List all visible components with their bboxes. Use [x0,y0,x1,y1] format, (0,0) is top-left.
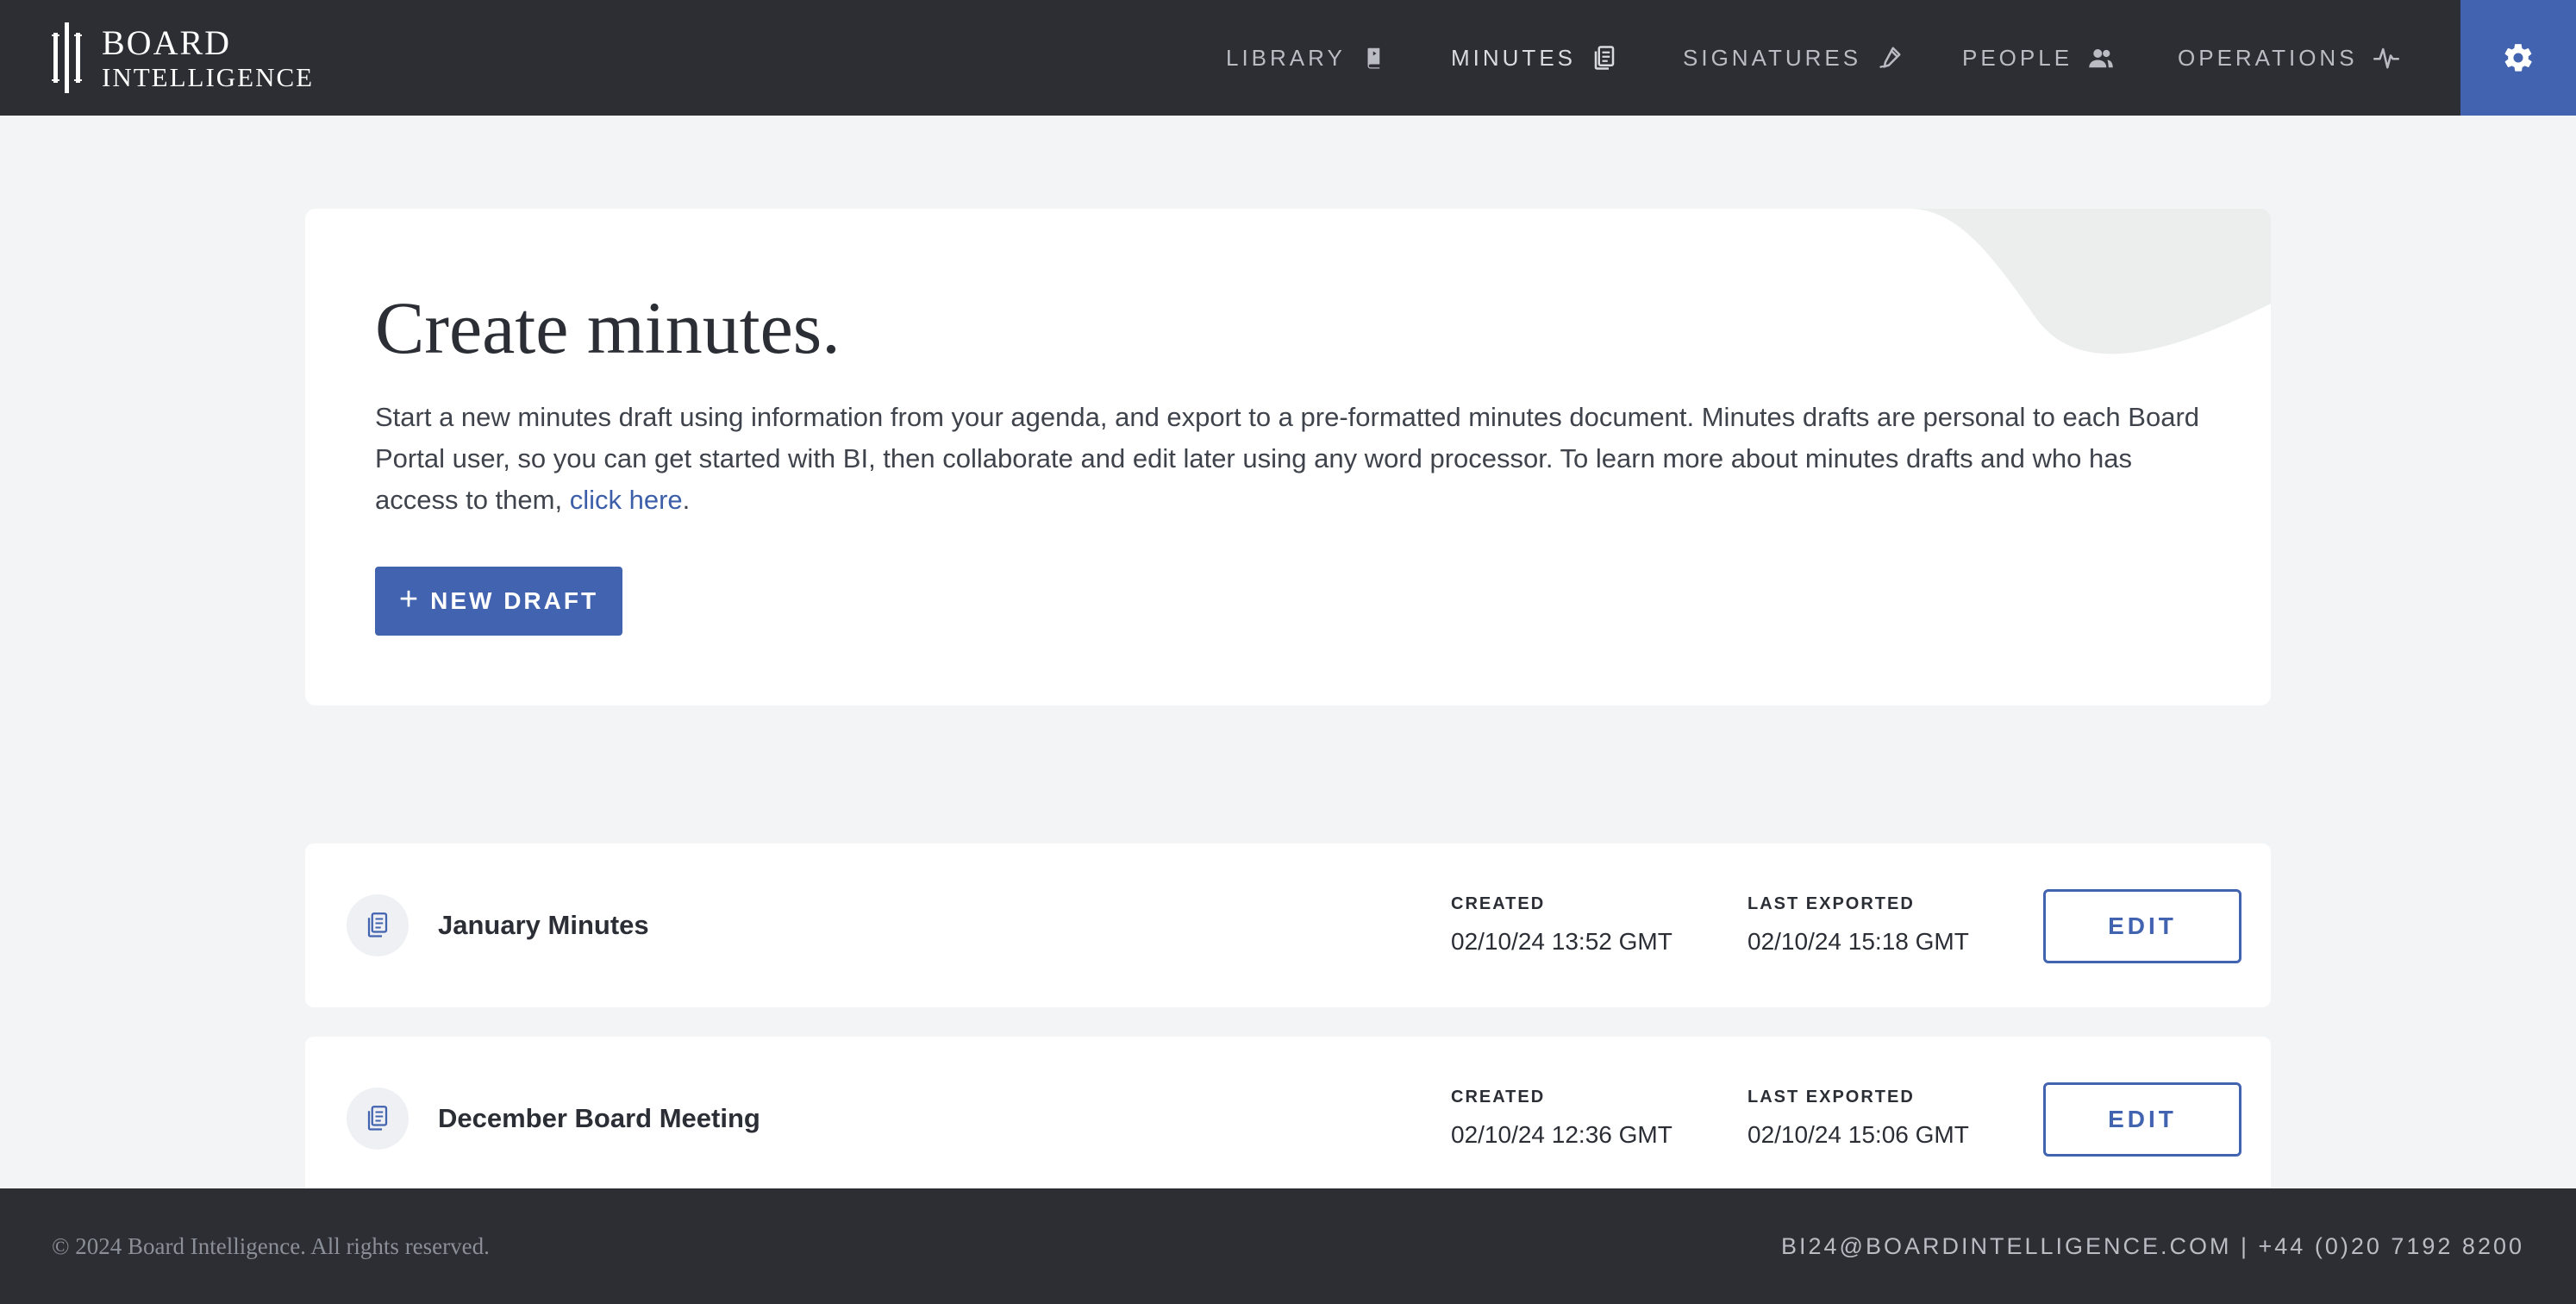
nav-people[interactable]: PEOPLE [1962,0,2114,116]
description-end: . [682,485,691,515]
page-footer: © 2024 Board Intelligence. All rights re… [0,1188,2576,1304]
nav-operations-label: OPERATIONS [2178,44,2358,71]
new-draft-button[interactable]: + NEW DRAFT [375,567,622,636]
logo-line-2: INTELLIGENCE [102,61,315,92]
settings-button[interactable] [2460,0,2576,116]
nav-people-label: PEOPLE [1962,44,2073,71]
last-exported-label: LAST EXPORTED [1748,1088,1915,1107]
nav-signatures[interactable]: SIGNATURES [1683,0,1903,116]
document-icon [347,1088,409,1150]
logo-line-1: BOARD [102,22,232,62]
nav-signatures-label: SIGNATURES [1683,44,1862,71]
decorative-wave [1909,209,2271,354]
draft-row[interactable]: December Board Meeting CREATED 02/10/24 … [305,1037,2271,1201]
gear-icon [2504,44,2532,72]
logo-wordmark: BOARD INTELLIGENCE [102,22,315,92]
create-description: Start a new minutes draft using informat… [375,397,2211,521]
nav-minutes[interactable]: MINUTES [1451,0,1617,116]
copyright-text: © 2024 Board Intelligence. All rights re… [52,1232,490,1259]
last-exported-value: 02/10/24 15:18 GMT [1748,928,1969,955]
plus-icon: + [398,580,419,618]
document-icon [1594,46,1615,70]
create-minutes-card: Create minutes. Start a new minutes draf… [305,209,2271,705]
draft-title: January Minutes [438,910,649,940]
people-icon [2089,49,2113,68]
draft-title: December Board Meeting [438,1103,760,1133]
created-label: CREATED [1451,894,1546,913]
created-label: CREATED [1451,1088,1546,1107]
last-exported-label: LAST EXPORTED [1748,894,1915,913]
new-draft-label: NEW DRAFT [430,587,599,614]
logo-mark-icon [52,22,82,93]
pen-icon [1879,47,1901,69]
nav-library[interactable]: LIBRARY [1226,0,1387,116]
nav-operations[interactable]: OPERATIONS [2178,0,2399,116]
document-icon [347,894,409,956]
pulse-icon [2373,47,2399,69]
learn-more-link[interactable]: click here [570,485,683,515]
top-navigation-bar: BOARD INTELLIGENCE LIBRARY MINUTES SIGNA… [0,0,2576,116]
edit-button[interactable]: EDIT [2043,1082,2241,1157]
page-title: Create minutes. [375,286,841,369]
created-value: 02/10/24 12:36 GMT [1451,1121,1673,1148]
contact-info[interactable]: BI24@BOARDINTELLIGENCE.COM | +44 (0)20 7… [1781,1188,2524,1304]
draft-row[interactable]: January Minutes CREATED 02/10/24 13:52 G… [305,843,2271,1007]
nav-library-label: LIBRARY [1226,44,1346,71]
created-value: 02/10/24 13:52 GMT [1451,928,1673,955]
board-intelligence-logo[interactable]: BOARD INTELLIGENCE [52,22,314,93]
nav-minutes-label: MINUTES [1451,44,1576,71]
last-exported-value: 02/10/24 15:06 GMT [1748,1121,1969,1148]
edit-button[interactable]: EDIT [2043,889,2241,963]
book-icon [1367,47,1380,69]
